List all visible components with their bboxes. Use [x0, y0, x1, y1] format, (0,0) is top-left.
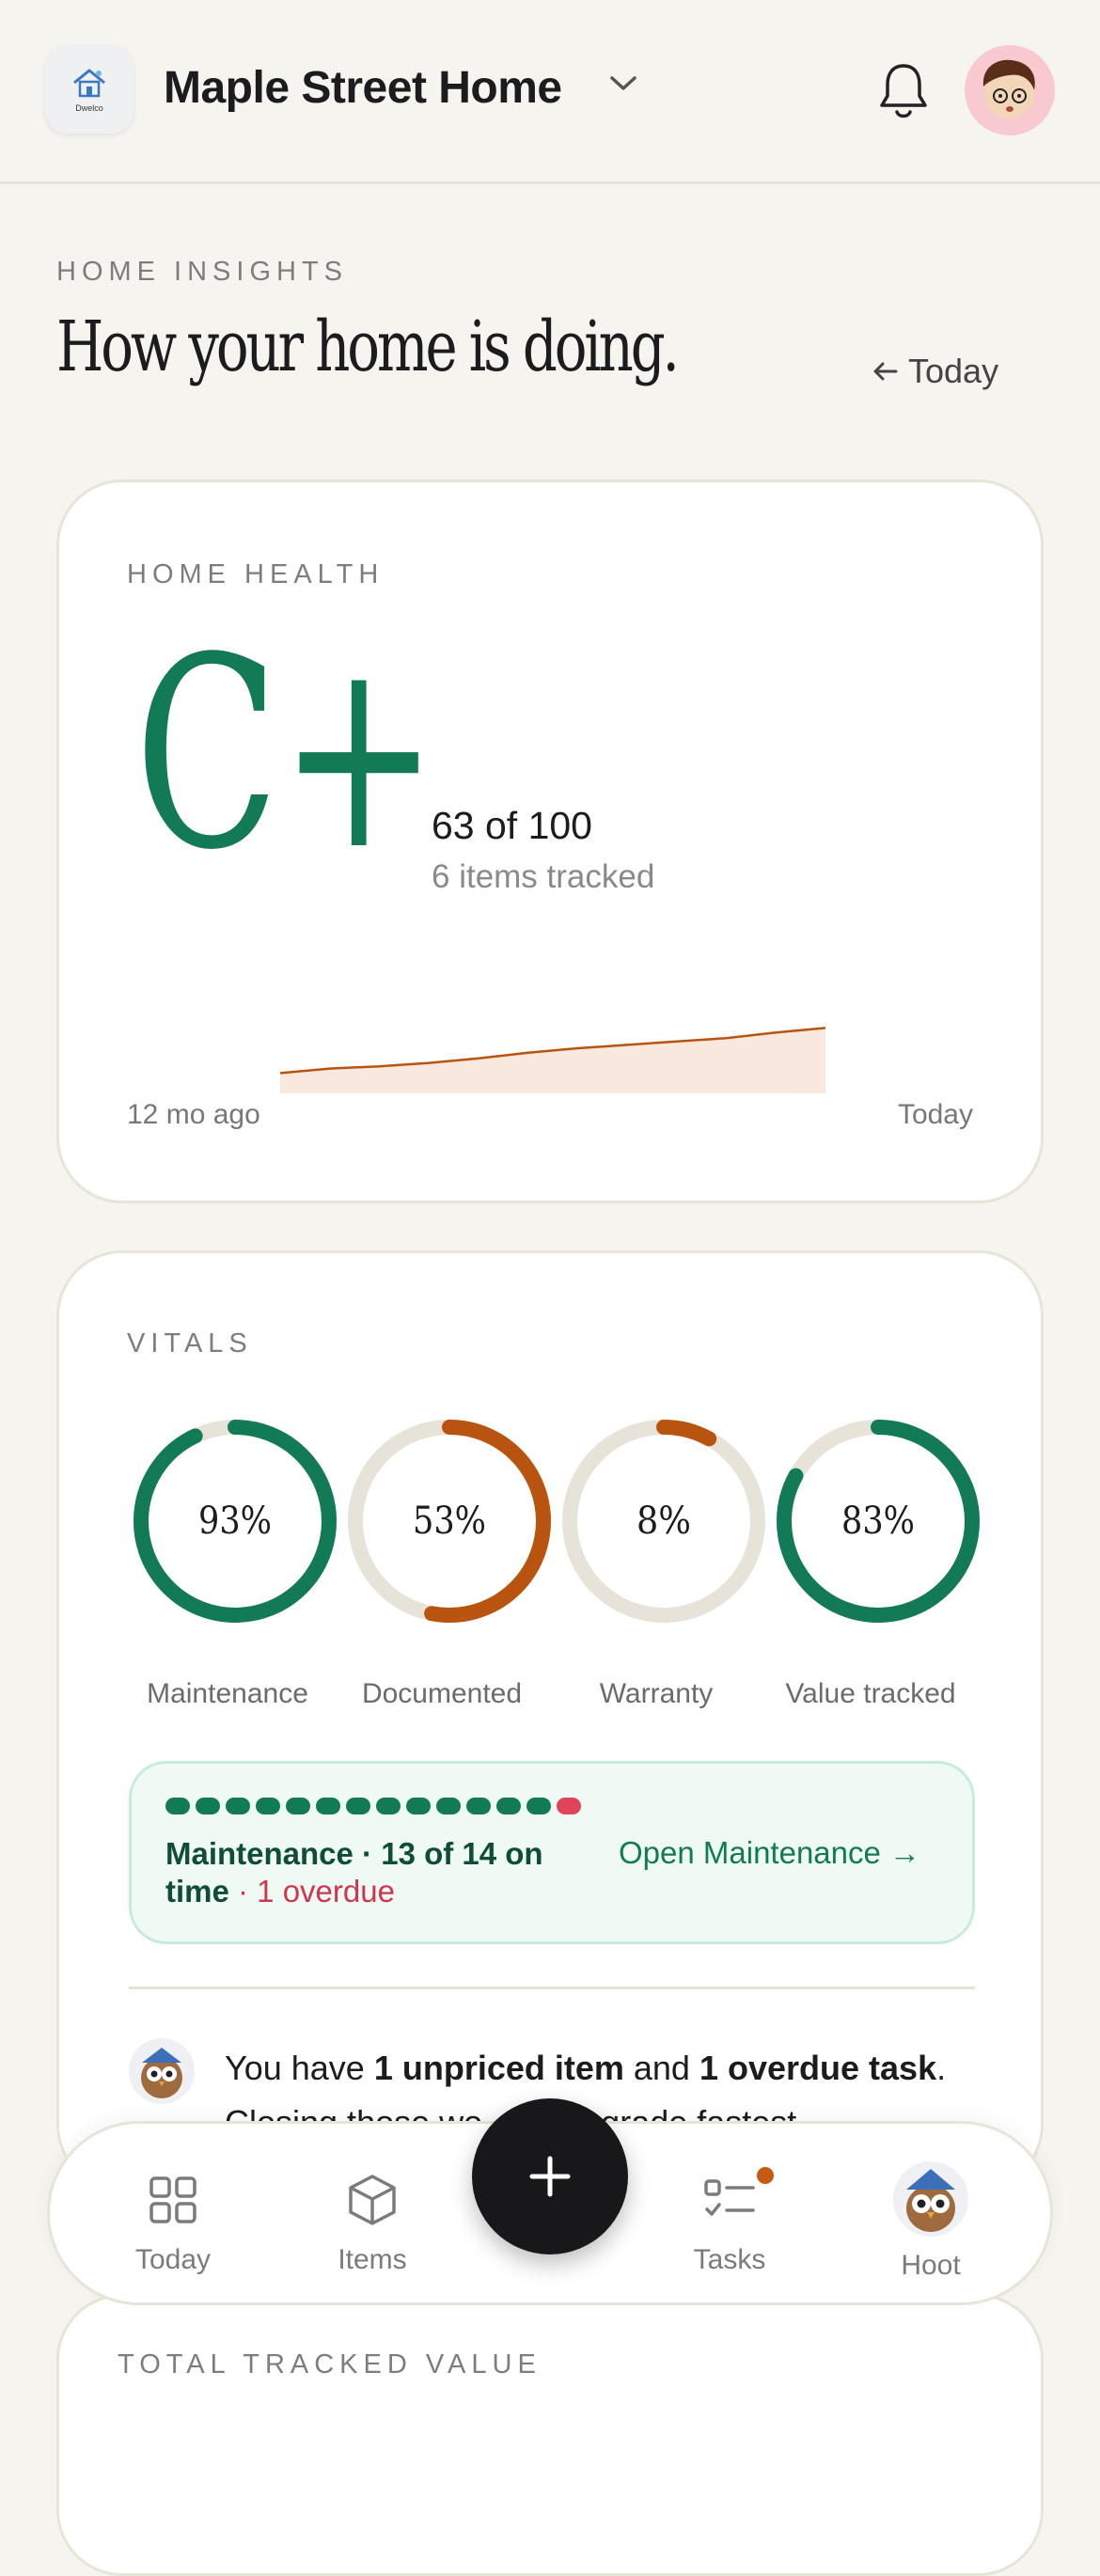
vital-label: Value tracked: [785, 1678, 956, 1709]
on-time-task-pill: [286, 1798, 310, 1814]
health-score: 63 of 100: [432, 804, 592, 847]
owl-icon: [141, 2048, 182, 2098]
on-time-task-pill: [316, 1798, 340, 1814]
total-value-eyebrow: TOTAL TRACKED VALUE: [118, 2349, 542, 2380]
page-eyebrow: HOME INSIGHTS: [56, 257, 349, 287]
items-tracked-count: 6 items tracked: [432, 858, 655, 895]
nav-items[interactable]: Items: [302, 2171, 443, 2276]
health-eyebrow: HOME HEALTH: [127, 559, 385, 589]
checklist-icon: [704, 2179, 755, 2216]
bell-icon[interactable]: [874, 60, 933, 122]
add-button[interactable]: [472, 2098, 628, 2254]
insight-text-1: You have: [225, 2049, 374, 2087]
top-bar: Dwelco Maple Street Home: [0, 0, 1100, 184]
ring-value: 93%: [198, 1500, 272, 1543]
grid-icon: [149, 2176, 196, 2223]
nav-items-label: Items: [338, 2244, 407, 2275]
nav-today-label: Today: [134, 2244, 212, 2275]
nav-tasks-label: Tasks: [693, 2244, 766, 2275]
nav-hoot[interactable]: Hoot: [860, 2158, 1001, 2282]
home-logo[interactable]: Dwelco: [45, 45, 134, 134]
ring-value: 83%: [841, 1500, 915, 1543]
ring-value: 53%: [413, 1500, 486, 1543]
on-time-task-pill: [376, 1798, 401, 1814]
on-time-task-pill: [406, 1798, 431, 1814]
hoot-avatar: [129, 2038, 195, 2104]
vitals-eyebrow: VITALS: [127, 1328, 253, 1359]
house-logo-icon: [73, 69, 105, 98]
health-grade: C+: [134, 602, 439, 908]
total-value-card[interactable]: TOTAL TRACKED VALUE: [56, 2294, 1044, 2576]
maintenance-summary[interactable]: Maintenance · 13 of 14 on time · 1 overd…: [129, 1761, 975, 1944]
overdue-task-pill: [557, 1798, 581, 1814]
vitals-card: VITALS 93% Maintenance 53% Documented 8% Warr…: [56, 1250, 1044, 2191]
on-time-task-pill: [226, 1798, 250, 1814]
progress-ring: 53%: [348, 1420, 551, 1623]
on-time-task-pill: [436, 1798, 461, 1814]
nav-hoot-label: Hoot: [901, 2250, 961, 2281]
insight-text-2: and: [623, 2049, 699, 2087]
maintenance-summary-text: Maintenance · 13 of 14 on time · 1 overd…: [165, 1835, 579, 1910]
arrow-left-icon: [873, 362, 898, 381]
on-time-task-pill: [526, 1798, 551, 1814]
user-avatar-icon: [982, 59, 1035, 118]
trend-area: [280, 1028, 825, 1093]
on-time-task-pill: [256, 1798, 280, 1814]
nav-tasks[interactable]: Tasks: [659, 2167, 800, 2276]
trend-start-label: 12 mo ago: [127, 1099, 260, 1130]
home-switcher-title[interactable]: Maple Street Home: [164, 62, 562, 114]
vital-ring-documented[interactable]: 53%: [341, 1413, 558, 1634]
insight-overdue: 1 overdue task: [699, 2049, 937, 2087]
on-time-task-pill: [196, 1798, 220, 1814]
maintenance-overdue: · 1 overdue: [228, 1874, 395, 1908]
maintenance-task-pills: [165, 1798, 581, 1814]
logo-wordmark: Dwelco: [75, 103, 103, 113]
on-time-task-pill: [466, 1798, 491, 1814]
vital-label: Documented: [361, 1678, 523, 1709]
vital-ring-value-tracked[interactable]: 83%: [770, 1413, 986, 1634]
nav-today[interactable]: Today: [102, 2171, 244, 2276]
back-to-today-link[interactable]: Today: [871, 352, 998, 391]
divider: [129, 1987, 975, 1989]
box-icon: [349, 2175, 396, 2225]
chevron-down-icon[interactable]: [607, 73, 639, 94]
on-time-task-pill: [496, 1798, 521, 1814]
insight-unpriced: 1 unpriced item: [373, 2049, 624, 2087]
on-time-task-pill: [165, 1798, 190, 1814]
back-link-label: Today: [908, 352, 999, 390]
health-trend-chart: [280, 1027, 825, 1093]
trend-end-label: Today: [897, 1099, 973, 1130]
profile-avatar[interactable]: [965, 45, 1055, 135]
plus-icon: [529, 2156, 571, 2197]
vital-label: Maintenance: [147, 1678, 308, 1709]
owl-avatar-icon: [893, 2161, 968, 2237]
on-time-task-pill: [346, 1798, 370, 1814]
open-maintenance-link[interactable]: Open Maintenance →: [619, 1835, 920, 1871]
vital-ring-warranty[interactable]: 8%: [556, 1413, 772, 1634]
vital-ring-maintenance[interactable]: 93%: [127, 1413, 343, 1634]
progress-ring: 8%: [562, 1420, 765, 1623]
progress-ring: 83%: [777, 1420, 980, 1623]
tasks-badge: [757, 2167, 774, 2184]
ring-value: 8%: [636, 1500, 691, 1543]
page-title: How your home is doing.: [56, 306, 680, 387]
home-health-card[interactable]: HOME HEALTH C+ 63 of 100 6 items tracked…: [56, 479, 1044, 1203]
progress-ring: 93%: [134, 1420, 337, 1623]
vital-label: Warranty: [599, 1678, 714, 1709]
